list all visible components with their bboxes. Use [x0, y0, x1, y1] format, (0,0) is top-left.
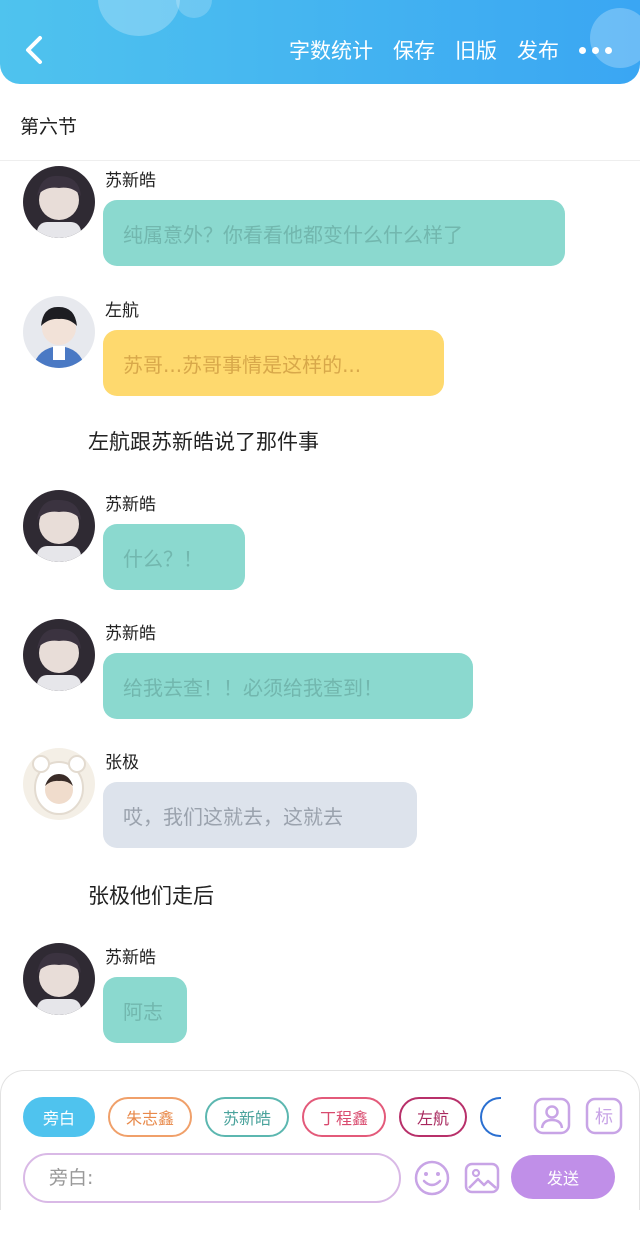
avatar[interactable]: [23, 943, 95, 1015]
decor-bubble: [98, 0, 180, 36]
more-dots-icon[interactable]: [579, 34, 612, 66]
avatar[interactable]: [23, 748, 95, 820]
message-input[interactable]: [23, 1153, 401, 1203]
avatar[interactable]: [23, 296, 95, 368]
message-bubble[interactable]: 阿志: [103, 977, 187, 1043]
back-button[interactable]: [20, 30, 50, 70]
speaker-name: 苏新皓: [105, 495, 156, 515]
chat-message[interactable]: 左航 苏哥...苏哥事情是这样的...: [23, 296, 623, 406]
speaker-name: 张极: [105, 753, 139, 773]
send-button[interactable]: 发送: [511, 1155, 615, 1199]
message-bubble[interactable]: 苏哥...苏哥事情是这样的...: [103, 330, 444, 396]
composer-panel: 旁白 朱志鑫 苏新皓 丁程鑫 左航 标 旁白: 发送: [0, 1070, 640, 1210]
chat-message[interactable]: 苏新皓 阿志: [23, 943, 623, 1053]
chat-message[interactable]: 苏新皓 纯属意外？你看看他都变什么什么样了: [23, 166, 623, 276]
chat-message[interactable]: 苏新皓 什么？！: [23, 490, 623, 600]
chip-character[interactable]: 左航: [399, 1097, 468, 1137]
image-icon[interactable]: [463, 1159, 501, 1197]
chip-character[interactable]: 苏新皓: [205, 1097, 290, 1137]
tag-button[interactable]: 标: [585, 1097, 623, 1135]
avatar-portrait-icon: [23, 943, 95, 1015]
chip-character[interactable]: 朱志鑫: [108, 1097, 193, 1137]
avatar-portrait-icon: [23, 619, 95, 691]
chevron-left-icon: [26, 36, 42, 64]
chip-partial[interactable]: [480, 1097, 501, 1137]
avatar-portrait-icon: [23, 166, 95, 238]
avatar-portrait-icon: [23, 490, 95, 562]
save-button[interactable]: 保存: [393, 35, 435, 65]
avatar-portrait-icon: [23, 296, 95, 368]
narration-text[interactable]: 左航跟苏新皓说了那件事: [88, 426, 319, 456]
header-actions: 字数统计 保存 旧版 发布: [289, 34, 612, 66]
message-bubble[interactable]: 哎，我们这就去，这就去: [103, 782, 417, 848]
publish-button[interactable]: 发布: [517, 35, 559, 65]
person-card-icon[interactable]: [533, 1097, 571, 1135]
avatar[interactable]: [23, 166, 95, 238]
speaker-name: 苏新皓: [105, 624, 156, 644]
top-bar: 字数统计 保存 旧版 发布: [0, 0, 640, 84]
avatar[interactable]: [23, 490, 95, 562]
avatar[interactable]: [23, 619, 95, 691]
avatar-portrait-icon: [23, 748, 95, 820]
speaker-name: 苏新皓: [105, 948, 156, 968]
smiley-icon[interactable]: [413, 1159, 451, 1197]
chat-message[interactable]: 张极 哎，我们这就去，这就去: [23, 748, 623, 858]
chip-narration[interactable]: 旁白: [23, 1097, 95, 1137]
chat-message[interactable]: 苏新皓 给我去查！！必须给我查到！: [23, 619, 623, 729]
speaker-name: 苏新皓: [105, 171, 156, 191]
section-title[interactable]: 第六节: [20, 112, 77, 139]
message-bubble[interactable]: 给我去查！！必须给我查到！: [103, 653, 473, 719]
message-bubble[interactable]: 什么？！: [103, 524, 245, 590]
chip-character[interactable]: 丁程鑫: [302, 1097, 387, 1137]
word-count-button[interactable]: 字数统计: [289, 35, 373, 65]
tag-label: 标: [595, 1107, 613, 1128]
old-version-button[interactable]: 旧版: [455, 35, 497, 65]
divider: [0, 160, 640, 161]
speaker-name: 左航: [105, 301, 139, 321]
decor-bubble: [176, 0, 212, 18]
narration-text[interactable]: 张极他们走后: [88, 880, 214, 910]
character-chips: 旁白 朱志鑫 苏新皓 丁程鑫 左航: [23, 1097, 501, 1139]
message-bubble[interactable]: 纯属意外？你看看他都变什么什么样了: [103, 200, 565, 266]
